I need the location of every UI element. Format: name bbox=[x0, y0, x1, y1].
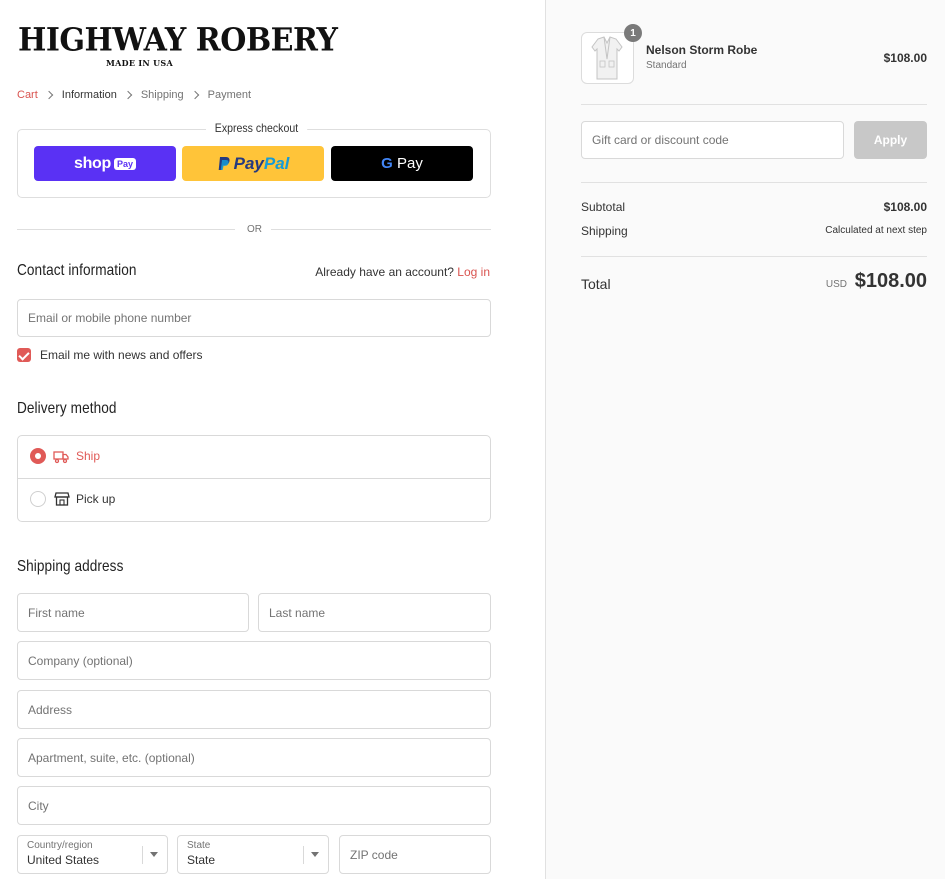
divider-left bbox=[17, 229, 235, 230]
paypal-button[interactable]: PayPal bbox=[182, 146, 324, 181]
checkout-main-panel: HIGHWAY ROBERY MADE IN USA Cart Informat… bbox=[0, 0, 545, 879]
contact-heading: Contact information bbox=[17, 262, 137, 279]
state-select[interactable]: State State bbox=[177, 835, 329, 874]
email-field[interactable]: Email or mobile phone number bbox=[17, 299, 491, 337]
product-variant: Standard bbox=[646, 60, 687, 71]
divider-right bbox=[271, 229, 491, 230]
ship-label[interactable]: Ship bbox=[76, 449, 100, 463]
country-label: Country/region bbox=[27, 840, 93, 851]
total-amount: $108.00 bbox=[854, 270, 927, 292]
login-prompt: Already have an account? Log in bbox=[315, 265, 490, 279]
chevron-right-icon bbox=[123, 90, 133, 100]
product-thumbnail bbox=[581, 32, 634, 84]
discount-placeholder: Gift card or discount code bbox=[592, 133, 729, 147]
or-separator: OR bbox=[247, 224, 262, 235]
first-name-field[interactable]: First name bbox=[17, 593, 249, 632]
paypal-wordmark-pal: Pal bbox=[263, 153, 290, 173]
city-field[interactable]: City bbox=[17, 786, 491, 825]
chevron-right-icon bbox=[190, 90, 199, 100]
subtotal-value: $108.00 bbox=[883, 200, 927, 214]
store-icon bbox=[54, 492, 70, 506]
discount-code-field[interactable]: Gift card or discount code bbox=[581, 121, 844, 159]
breadcrumb-payment: Payment bbox=[207, 89, 252, 101]
product-name: Nelson Storm Robe bbox=[646, 43, 758, 57]
paypal-wordmark-pay: Pay bbox=[233, 153, 264, 173]
email-placeholder: Email or mobile phone number bbox=[28, 311, 192, 325]
truck-icon bbox=[53, 451, 69, 464]
last-name-placeholder: Last name bbox=[269, 605, 326, 620]
company-field[interactable]: Company (optional) bbox=[17, 641, 491, 680]
summary-divider bbox=[581, 104, 927, 105]
brand-tagline: MADE IN USA bbox=[106, 58, 173, 68]
total-label: Total bbox=[581, 276, 611, 292]
login-link[interactable]: Log in bbox=[457, 265, 490, 279]
delivery-divider bbox=[17, 478, 491, 479]
select-separator bbox=[303, 846, 304, 864]
quantity-badge: 1 bbox=[624, 24, 642, 42]
breadcrumb-shipping: Shipping bbox=[140, 89, 184, 101]
shipping-label: Shipping bbox=[581, 224, 628, 238]
newsletter-label[interactable]: Email me with news and offers bbox=[40, 348, 203, 362]
account-prompt-text: Already have an account? bbox=[315, 265, 454, 279]
google-g-icon: G bbox=[381, 155, 393, 172]
delivery-heading: Delivery method bbox=[17, 400, 117, 417]
city-placeholder: City bbox=[28, 798, 49, 813]
company-placeholder: Company (optional) bbox=[28, 653, 133, 668]
brand-name: HIGHWAY ROBERY bbox=[18, 22, 338, 59]
newsletter-checkbox[interactable] bbox=[17, 348, 31, 362]
breadcrumb: Cart Information Shipping Payment bbox=[17, 89, 251, 101]
summary-divider bbox=[581, 256, 927, 257]
chevron-down-icon bbox=[150, 852, 158, 857]
pickup-radio[interactable] bbox=[30, 491, 46, 507]
breadcrumb-cart[interactable]: Cart bbox=[17, 89, 38, 101]
breadcrumb-information: Information bbox=[61, 89, 117, 101]
apartment-placeholder: Apartment, suite, etc. (optional) bbox=[28, 750, 195, 765]
chevron-down-icon bbox=[311, 852, 319, 857]
summary-divider bbox=[581, 182, 927, 183]
gpay-wordmark: Pay bbox=[392, 155, 423, 172]
address-field[interactable]: Address bbox=[17, 690, 491, 729]
express-checkout-title: Express checkout bbox=[206, 121, 307, 135]
last-name-field[interactable]: Last name bbox=[258, 593, 491, 632]
pickup-label[interactable]: Pick up bbox=[76, 492, 115, 506]
shipping-value: Calculated at next step bbox=[825, 225, 927, 236]
google-pay-button[interactable]: G Pay bbox=[331, 146, 473, 181]
country-value: United States bbox=[27, 853, 100, 867]
country-select[interactable]: Country/region United States bbox=[17, 835, 168, 874]
subtotal-label: Subtotal bbox=[581, 200, 626, 214]
address-placeholder: Address bbox=[28, 702, 73, 717]
shop-pay-pill: Pay bbox=[114, 157, 137, 170]
chevron-right-icon bbox=[44, 90, 54, 100]
currency-code: USD bbox=[825, 279, 847, 290]
select-separator bbox=[142, 846, 143, 864]
ship-radio[interactable] bbox=[30, 448, 46, 464]
state-label: State bbox=[187, 840, 211, 851]
brand-logo[interactable]: HIGHWAY ROBERY MADE IN USA bbox=[18, 22, 338, 70]
apply-button[interactable]: Apply bbox=[854, 121, 927, 159]
first-name-placeholder: First name bbox=[28, 605, 85, 620]
zip-field[interactable]: ZIP code bbox=[339, 835, 491, 874]
robe-image bbox=[591, 36, 623, 80]
paypal-icon bbox=[218, 156, 230, 170]
shop-pay-button[interactable]: shop Pay bbox=[34, 146, 176, 181]
zip-placeholder: ZIP code bbox=[350, 847, 398, 862]
shop-pay-wordmark: shop bbox=[73, 154, 111, 172]
apartment-field[interactable]: Apartment, suite, etc. (optional) bbox=[17, 738, 491, 777]
product-price: $108.00 bbox=[883, 51, 927, 65]
shipping-address-heading: Shipping address bbox=[17, 558, 124, 575]
state-value: State bbox=[187, 853, 216, 867]
